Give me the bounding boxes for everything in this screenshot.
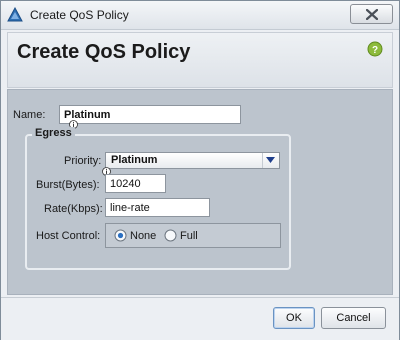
rate-label: Rate(Kbps):: [44, 203, 103, 215]
app-logo-icon: [7, 6, 23, 23]
radio-none[interactable]: [114, 229, 127, 242]
dialog-header: Create QoS Policy ?: [7, 32, 393, 88]
name-field[interactable]: [59, 105, 241, 124]
window-title: Create QoS Policy: [30, 8, 129, 22]
radio-full-label[interactable]: Full: [180, 230, 198, 242]
ok-button[interactable]: OK: [273, 307, 315, 329]
radio-none-label[interactable]: None: [130, 230, 156, 242]
dialog-window: Create QoS Policy Create QoS Policy ? Na…: [0, 0, 400, 340]
host-control-label: Host Control:: [36, 230, 101, 242]
svg-text:?: ?: [372, 45, 378, 56]
page-title: Create QoS Policy: [17, 41, 191, 63]
radio-full[interactable]: [164, 229, 177, 242]
host-control-radio-group: None Full: [105, 223, 281, 248]
priority-label: Priority:: [64, 155, 102, 167]
help-icon[interactable]: ?: [367, 41, 383, 57]
priority-select-value: Platinum: [111, 154, 158, 166]
dropdown-button[interactable]: [262, 153, 279, 168]
cancel-button[interactable]: Cancel: [321, 307, 386, 329]
close-icon: [366, 9, 378, 20]
name-label: Name:: [13, 109, 46, 121]
close-button[interactable]: [350, 4, 393, 24]
title-bar[interactable]: Create QoS Policy: [1, 1, 399, 30]
chevron-down-icon: [266, 157, 275, 163]
priority-select[interactable]: Platinum: [105, 152, 280, 169]
burst-field[interactable]: [105, 174, 166, 193]
rate-field[interactable]: [105, 198, 210, 217]
burst-label: Burst(Bytes):: [36, 179, 100, 191]
dialog-footer: OK Cancel: [1, 297, 399, 340]
form-panel: Name: Egress Priority: Platinum Burst(By…: [7, 89, 393, 295]
egress-legend: Egress: [32, 127, 75, 139]
